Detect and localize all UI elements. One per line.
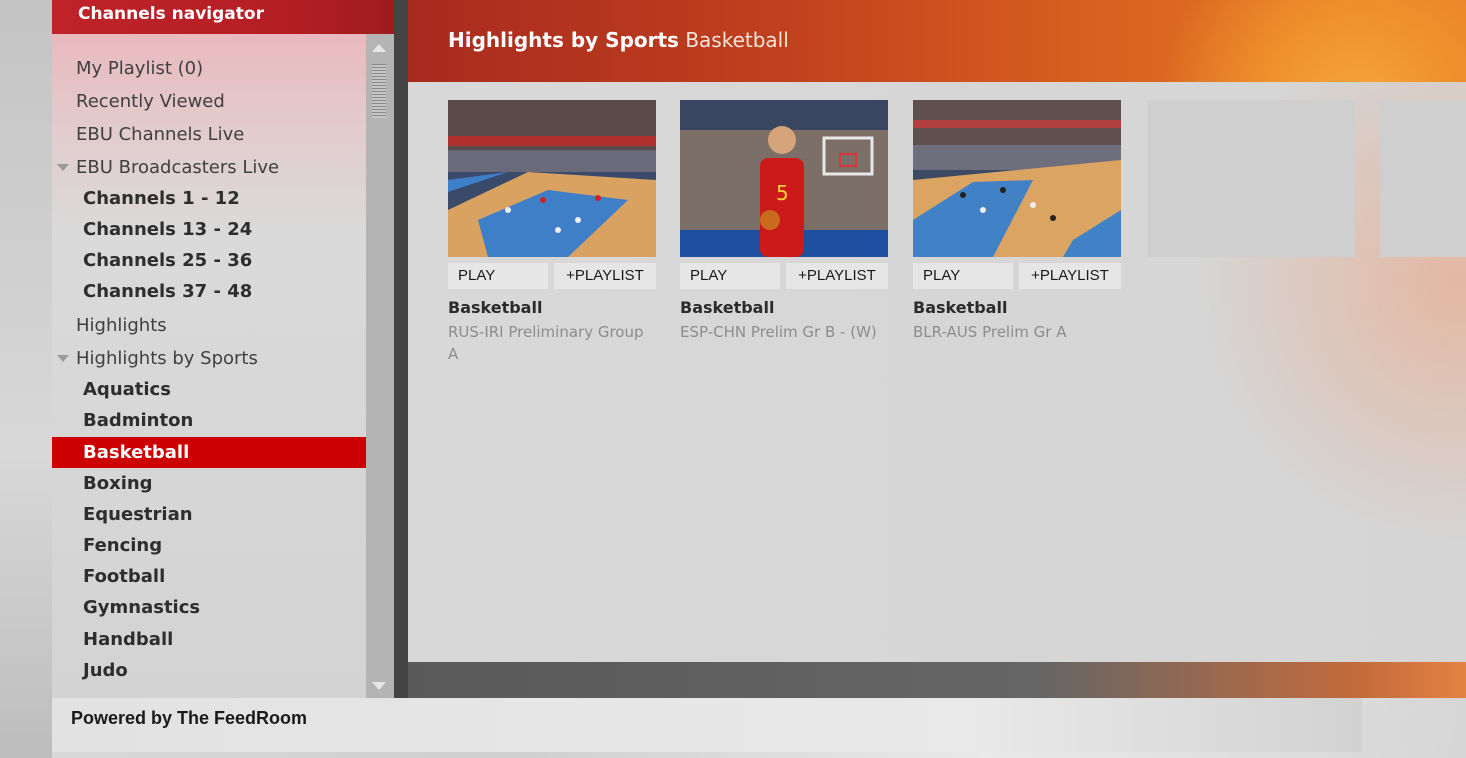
- nav-item-aquatics[interactable]: Aquatics: [52, 374, 366, 405]
- nav-item-label: Equestrian: [83, 504, 193, 525]
- nav-item-label: Judo: [83, 660, 128, 681]
- video-thumbnail[interactable]: 5: [680, 100, 888, 257]
- video-actions: PLAY +PLAYLIST: [913, 263, 1121, 289]
- scroll-thumb[interactable]: [372, 64, 386, 118]
- nav-item-football[interactable]: Football: [52, 561, 366, 592]
- nav-item-basketball[interactable]: Basketball: [52, 437, 366, 468]
- page-title-category: Basketball: [685, 28, 789, 52]
- video-actions: PLAY +PLAYLIST: [680, 263, 888, 289]
- video-description: RUS-IRI Preliminary Group A: [448, 323, 644, 363]
- nav-item-label: Football: [83, 566, 166, 587]
- video-card: PLAY +PLAYLIST Basketball BLR-AUS Prelim…: [913, 100, 1121, 341]
- video-title[interactable]: Basketball: [680, 298, 774, 317]
- nav-item-label: EBU Channels Live: [76, 124, 245, 145]
- nav-item-channels-37-48[interactable]: Channels 37 - 48: [52, 276, 366, 307]
- page-title-section: Highlights by Sports: [448, 28, 679, 52]
- play-button[interactable]: PLAY: [448, 263, 548, 289]
- nav-item-label: Channels 1 - 12: [83, 188, 240, 209]
- nav-item-label: Highlights by Sports: [76, 348, 258, 369]
- powered-by-text: Powered by The FeedRoom: [71, 708, 308, 728]
- video-title[interactable]: Basketball: [913, 298, 1007, 317]
- nav-item-badminton[interactable]: Badminton: [52, 405, 366, 436]
- nav-item-highlights-by-sports[interactable]: Highlights by Sports: [52, 343, 366, 374]
- add-to-playlist-button[interactable]: +PLAYLIST: [554, 263, 656, 289]
- scroll-down-arrow-icon[interactable]: [372, 682, 386, 690]
- navigator-title: Channels navigator: [78, 4, 264, 24]
- nav-item-judo[interactable]: Judo: [52, 655, 366, 686]
- nav-item-label: Boxing: [83, 473, 153, 494]
- nav-item-channels-1-12[interactable]: Channels 1 - 12: [52, 183, 366, 214]
- nav-item-label: EBU Broadcasters Live: [76, 157, 280, 178]
- svg-text:5: 5: [776, 181, 789, 205]
- add-to-playlist-button[interactable]: +PLAYLIST: [1019, 263, 1121, 289]
- nav-item-channels-13-24[interactable]: Channels 13 - 24: [52, 214, 366, 245]
- nav-item-fencing[interactable]: Fencing: [52, 530, 366, 561]
- video-description: BLR-AUS Prelim Gr A: [913, 323, 1067, 341]
- expand-triangle-icon[interactable]: [57, 164, 69, 171]
- nav-item-my-playlist[interactable]: My Playlist (0): [52, 53, 366, 84]
- nav-item-recently-viewed[interactable]: Recently Viewed: [52, 86, 366, 117]
- video-thumbnail[interactable]: [448, 100, 656, 257]
- video-description: ESP-CHN Prelim Gr B - (W): [680, 323, 877, 341]
- nav-item-label: Channels 13 - 24: [83, 219, 253, 240]
- channels-navigator: Channels navigator My Playlist (0) Recen…: [52, 0, 394, 698]
- content-footer-bar: [408, 662, 1466, 698]
- nav-item-label: Channels 37 - 48: [83, 281, 253, 302]
- left-background-band: [0, 0, 52, 758]
- nav-item-channels-25-36[interactable]: Channels 25 - 36: [52, 245, 366, 276]
- video-title[interactable]: Basketball: [448, 298, 542, 317]
- nav-item-label: Recently Viewed: [76, 91, 225, 112]
- nav-item-label: Aquatics: [83, 379, 171, 400]
- panel-divider: [394, 0, 408, 698]
- main-content: Highlights by Sports Basketball PLAY +PL…: [408, 0, 1466, 698]
- expand-triangle-icon[interactable]: [57, 355, 69, 362]
- nav-item-label: Highlights: [76, 315, 167, 336]
- page-title: Highlights by Sports Basketball: [448, 28, 789, 52]
- nav-item-label: My Playlist (0): [76, 58, 204, 79]
- add-to-playlist-button[interactable]: +PLAYLIST: [786, 263, 888, 289]
- nav-item-equestrian[interactable]: Equestrian: [52, 499, 366, 530]
- nav-item-label: Fencing: [83, 535, 163, 556]
- nav-item-gymnastics[interactable]: Gymnastics: [52, 592, 366, 623]
- video-card: 5 PLAY +PLAYLIST Basketball ESP-CHN Prel…: [680, 100, 888, 341]
- navigator-list: My Playlist (0) Recently Viewed EBU Chan…: [52, 34, 366, 698]
- video-card: PLAY +PLAYLIST Basketball RUS-IRI Prelim…: [448, 100, 656, 363]
- nav-item-label: Channels 25 - 36: [83, 250, 253, 271]
- video-actions: PLAY +PLAYLIST: [448, 263, 656, 289]
- nav-item-handball[interactable]: Handball: [52, 624, 366, 655]
- navigator-header: Channels navigator: [52, 0, 394, 34]
- scroll-up-arrow-icon[interactable]: [372, 44, 386, 52]
- play-button[interactable]: PLAY: [913, 263, 1013, 289]
- nav-item-label: Gymnastics: [83, 597, 201, 618]
- nav-item-ebu-channels-live[interactable]: EBU Channels Live: [52, 119, 366, 150]
- nav-item-label: Handball: [83, 629, 174, 650]
- nav-item-label: Badminton: [83, 410, 194, 431]
- powered-by-footer: Powered by The FeedRoom: [52, 698, 1362, 752]
- nav-item-highlights[interactable]: Highlights: [52, 310, 366, 341]
- play-button[interactable]: PLAY: [680, 263, 780, 289]
- empty-video-slot: [1380, 100, 1466, 257]
- empty-video-slot: [1147, 100, 1355, 257]
- nav-item-label: Basketball: [83, 442, 190, 463]
- navigator-scrollbar[interactable]: [366, 34, 394, 698]
- nav-item-boxing[interactable]: Boxing: [52, 468, 366, 499]
- video-thumbnail[interactable]: [913, 100, 1121, 257]
- content-header: Highlights by Sports Basketball: [408, 0, 1466, 82]
- nav-item-ebu-broadcasters-live[interactable]: EBU Broadcasters Live: [52, 152, 366, 183]
